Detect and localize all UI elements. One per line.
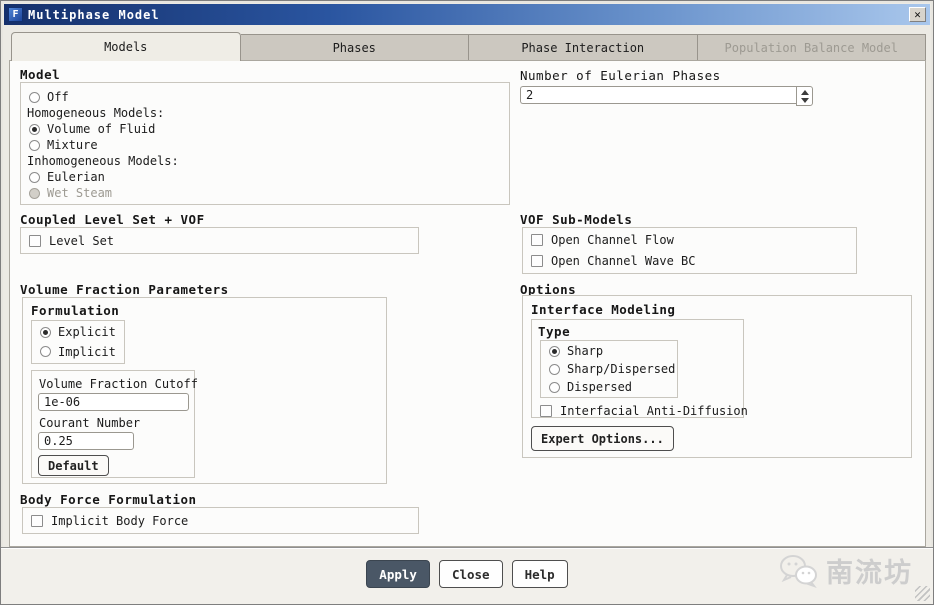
formulation-group-box: Explicit Implicit	[31, 320, 125, 364]
vof-submodels-title: VOF Sub-Models	[520, 212, 632, 227]
radio-explicit-label: Explicit	[58, 325, 116, 339]
volume-fraction-group-box: Formulation Explicit Implicit Volume Fra…	[22, 297, 387, 484]
radio-wet-steam: Wet Steam	[21, 185, 509, 201]
courant-number-label: Courant Number	[39, 416, 140, 430]
cutoff-group-box: Volume Fraction Cutoff 1e-06 Courant Num…	[31, 370, 195, 478]
radio-eulerian-label: Eulerian	[47, 170, 105, 184]
close-icon[interactable]: ✕	[909, 7, 926, 22]
radio-dispersed-icon	[549, 382, 560, 393]
checkbox-implicit-body-force[interactable]: Implicit Body Force	[23, 513, 188, 529]
radio-explicit-icon	[40, 327, 51, 338]
radio-sharp-label: Sharp	[567, 344, 603, 358]
radio-sharp-icon	[549, 346, 560, 357]
spinner-down-icon[interactable]	[801, 98, 809, 103]
body-force-title: Body Force Formulation	[20, 492, 197, 507]
eulerian-phases-label: Number of Eulerian Phases	[520, 68, 721, 83]
radio-volume-of-fluid[interactable]: Volume of Fluid	[21, 121, 509, 137]
tab-population-balance-model: Population Balance Model	[698, 34, 927, 61]
radio-dispersed-label: Dispersed	[567, 380, 632, 394]
radio-mixture-icon	[29, 140, 40, 151]
eulerian-phases-input[interactable]: 2	[520, 86, 796, 104]
volume-fraction-title: Volume Fraction Parameters	[20, 282, 229, 297]
radio-sharp-dispersed-icon	[549, 364, 560, 375]
volume-fraction-cutoff-input[interactable]: 1e-06	[38, 393, 189, 411]
checkbox-open-channel-flow[interactable]: Open Channel Flow	[523, 232, 856, 248]
checkbox-level-set-icon	[29, 235, 41, 247]
body-force-group-box: Implicit Body Force	[22, 507, 419, 534]
tab-models[interactable]: Models	[11, 32, 241, 61]
checkbox-interfacial-anti-diffusion-icon	[540, 405, 552, 417]
radio-dispersed[interactable]: Dispersed	[541, 379, 677, 395]
radio-sharp-dispersed-label: Sharp/Dispersed	[567, 362, 675, 376]
fluent-app-icon: F	[8, 7, 23, 22]
radio-explicit[interactable]: Explicit	[32, 324, 124, 340]
checkbox-interfacial-anti-diffusion[interactable]: Interfacial Anti-Diffusion	[532, 403, 748, 419]
radio-wet-steam-label: Wet Steam	[47, 186, 112, 200]
radio-eulerian-icon	[29, 172, 40, 183]
checkbox-interfacial-anti-diffusion-label: Interfacial Anti-Diffusion	[560, 404, 748, 418]
radio-volume-of-fluid-label: Volume of Fluid	[47, 122, 155, 136]
radio-wet-steam-icon	[29, 188, 40, 199]
spinner-up-icon[interactable]	[801, 90, 809, 95]
radio-eulerian[interactable]: Eulerian	[21, 169, 509, 185]
coupled-group-box: Level Set	[20, 227, 419, 254]
coupled-section-title: Coupled Level Set + VOF	[20, 212, 205, 227]
eulerian-phases-spinner	[796, 86, 813, 106]
volume-fraction-cutoff-label: Volume Fraction Cutoff	[39, 377, 198, 391]
checkbox-open-channel-flow-label: Open Channel Flow	[551, 233, 674, 247]
window-title: Multiphase Model	[28, 8, 160, 22]
checkbox-open-channel-wave-bc-label: Open Channel Wave BC	[551, 254, 696, 268]
radio-sharp-dispersed[interactable]: Sharp/Dispersed	[541, 361, 677, 377]
close-button[interactable]: Close	[439, 560, 503, 588]
homogeneous-models-label: Homogeneous Models:	[21, 105, 509, 121]
inhomogeneous-models-label: Inhomogeneous Models:	[21, 153, 509, 169]
default-button[interactable]: Default	[38, 455, 109, 476]
help-button[interactable]: Help	[512, 560, 568, 588]
model-group-box: Off Homogeneous Models: Volume of Fluid …	[20, 82, 510, 205]
radio-mixture[interactable]: Mixture	[21, 137, 509, 153]
type-title: Type	[538, 324, 570, 339]
tab-phase-interaction[interactable]: Phase Interaction	[469, 34, 698, 61]
vof-submodels-group-box: Open Channel Flow Open Channel Wave BC	[522, 227, 857, 274]
interface-modeling-title: Interface Modeling	[531, 302, 675, 317]
tab-phases[interactable]: Phases	[241, 34, 470, 61]
radio-off-icon	[29, 92, 40, 103]
options-group-box: Interface Modeling Type Sharp Sharp/Disp…	[522, 295, 912, 458]
checkbox-level-set-label: Level Set	[49, 234, 114, 248]
footer: Apply Close Help 南流坊	[1, 549, 933, 604]
resize-grip[interactable]	[915, 586, 930, 601]
radio-off-label: Off	[47, 90, 69, 104]
watermark-text: 南流坊	[826, 551, 913, 590]
checkbox-implicit-body-force-icon	[31, 515, 43, 527]
radio-sharp[interactable]: Sharp	[541, 343, 677, 359]
tab-bar: Models Phases Phase Interaction Populati…	[11, 32, 926, 61]
watermark: 南流坊	[778, 551, 913, 590]
model-section-title: Model	[20, 67, 60, 82]
formulation-title: Formulation	[31, 303, 119, 318]
apply-button[interactable]: Apply	[366, 560, 430, 588]
radio-implicit-icon	[40, 346, 51, 357]
courant-number-input[interactable]: 0.25	[38, 432, 134, 450]
checkbox-level-set[interactable]: Level Set	[21, 233, 114, 249]
radio-implicit-label: Implicit	[58, 345, 116, 359]
models-tab-panel: Model Off Homogeneous Models: Volume of …	[9, 60, 926, 547]
radio-mixture-label: Mixture	[47, 138, 98, 152]
checkbox-open-channel-wave-bc[interactable]: Open Channel Wave BC	[523, 253, 856, 269]
wechat-logo-icon	[778, 553, 820, 589]
title-bar: F Multiphase Model ✕	[4, 4, 930, 25]
checkbox-implicit-body-force-label: Implicit Body Force	[51, 514, 188, 528]
type-group-box: Sharp Sharp/Dispersed Dispersed	[540, 340, 678, 398]
multiphase-model-dialog: F Multiphase Model ✕ Models Phases Phase…	[0, 0, 934, 605]
checkbox-open-channel-wave-bc-icon	[531, 255, 543, 267]
eulerian-phases-spinbox: 2	[520, 86, 813, 106]
radio-implicit[interactable]: Implicit	[32, 344, 124, 360]
radio-off[interactable]: Off	[21, 89, 509, 105]
radio-volume-of-fluid-icon	[29, 124, 40, 135]
checkbox-open-channel-flow-icon	[531, 234, 543, 246]
expert-options-button[interactable]: Expert Options...	[531, 426, 674, 451]
interface-modeling-group-box: Type Sharp Sharp/Dispersed Dispersed	[531, 319, 744, 418]
